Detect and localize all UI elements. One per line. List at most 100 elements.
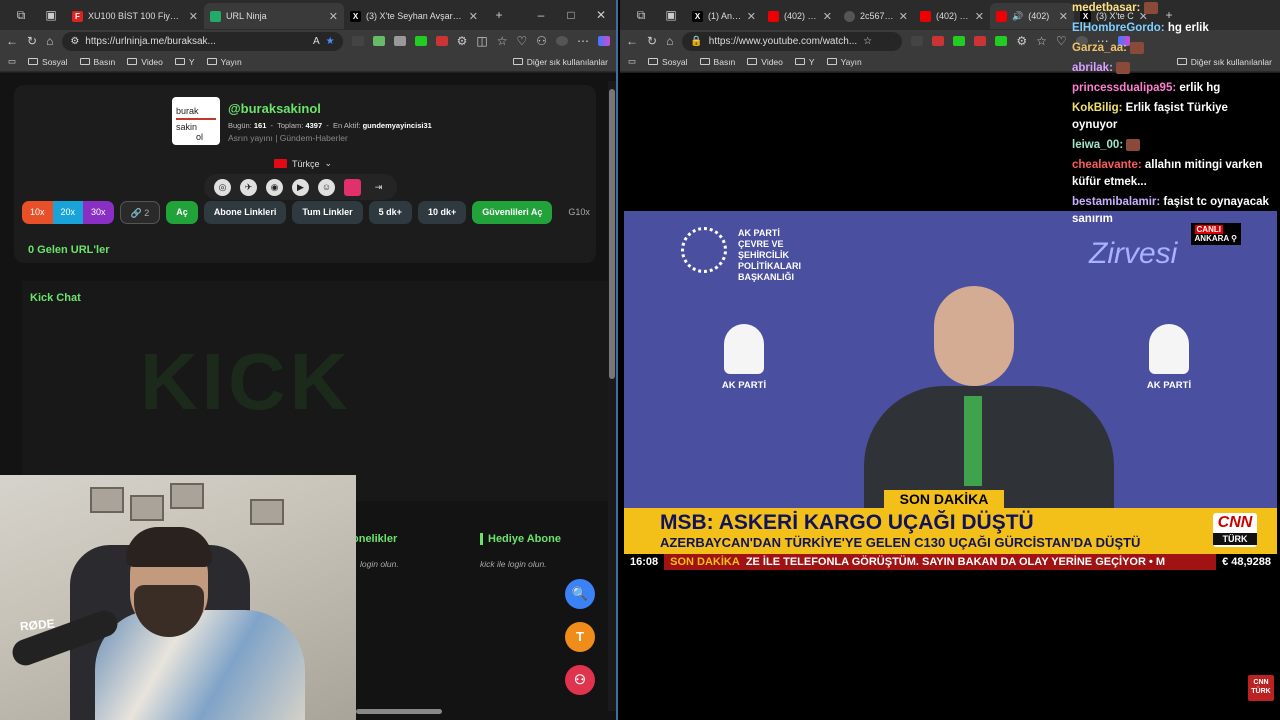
user-fab[interactable]: ⚇ xyxy=(565,665,595,695)
workspaces-icon[interactable]: ⧉ xyxy=(6,8,36,23)
bookmark-folder[interactable]: Yayın xyxy=(206,57,242,67)
bookmarks-menu-icon[interactable]: ▭ xyxy=(628,56,636,67)
refresh-icon[interactable]: ↻ xyxy=(647,34,657,48)
open-button[interactable]: Aç xyxy=(166,201,198,224)
extension-icon[interactable] xyxy=(995,36,1008,46)
minimize-icon[interactable]: – xyxy=(526,8,556,22)
bookmark-folder[interactable]: Y xyxy=(174,57,195,67)
tab-youtube-active[interactable]: 🔊 (402) ✕ xyxy=(990,3,1074,29)
extensions-icon[interactable]: ⚙ xyxy=(457,34,468,48)
extension-icon[interactable] xyxy=(932,36,945,46)
other-favorites[interactable]: Diğer sık kullanılanlar xyxy=(512,57,608,67)
close-tab-icon[interactable]: ✕ xyxy=(823,10,832,23)
bookmarks-menu-icon[interactable]: ▭ xyxy=(8,56,16,67)
horizontal-scrollbar-thumb[interactable] xyxy=(356,709,442,714)
collections-icon[interactable]: ☆ xyxy=(1036,34,1047,48)
extensions-icon[interactable]: ⚙ xyxy=(1016,34,1027,48)
logo-text: sakin xyxy=(176,122,198,132)
profile-handle[interactable]: @buraksakinol xyxy=(228,101,321,116)
all-links-button[interactable]: Tum Linkler xyxy=(292,201,363,224)
back-icon[interactable]: ← xyxy=(626,34,638,48)
vertical-scrollbar[interactable] xyxy=(608,81,616,711)
bookmark-folder[interactable]: Sosyal xyxy=(648,57,688,67)
favorite-star-icon[interactable]: ★ xyxy=(326,36,335,47)
new-tab-icon[interactable]: + xyxy=(484,8,514,22)
collections-icon[interactable]: ☆ xyxy=(497,34,508,48)
browser-essentials-icon[interactable]: ♡ xyxy=(516,34,527,48)
back-icon[interactable]: ← xyxy=(6,34,18,48)
tab-youtube-soz[interactable]: (402) SÖZ ✕ xyxy=(914,3,990,29)
tab-actions-icon[interactable]: ▣ xyxy=(36,8,66,22)
search-fab[interactable]: 🔍 xyxy=(565,579,595,609)
tracking-icon[interactable]: ⚙ xyxy=(70,36,79,47)
home-icon[interactable]: ⌂ xyxy=(666,34,673,48)
refresh-icon[interactable]: ↻ xyxy=(27,34,37,48)
youtube-icon[interactable]: ▶ xyxy=(292,178,309,196)
dribbble-icon[interactable]: ◎ xyxy=(214,178,231,196)
scrollbar-thumb[interactable] xyxy=(609,89,615,379)
ten-min-plus-button[interactable]: 10 dk+ xyxy=(417,201,467,224)
favorite-star-icon[interactable]: ☆ xyxy=(863,36,872,47)
close-window-icon[interactable]: ✕ xyxy=(586,8,616,22)
open-30x-button[interactable]: 30x xyxy=(83,201,114,224)
extension-icon[interactable] xyxy=(953,36,966,46)
five-min-plus-button[interactable]: 5 dk+ xyxy=(368,201,412,224)
bookmark-folder[interactable]: Video xyxy=(747,57,783,67)
bookmark-folder[interactable]: Sosyal xyxy=(28,57,68,67)
tab-youtube-hal[interactable]: (402) HAL ✕ xyxy=(762,3,838,29)
bookmark-folder[interactable]: Yayın xyxy=(826,57,862,67)
close-tab-icon[interactable]: ✕ xyxy=(899,10,908,23)
close-tab-icon[interactable]: ✕ xyxy=(1059,10,1068,23)
address-bar[interactable]: ⚙ https://urlninja.me/buraksak... A ★ xyxy=(62,31,343,51)
speaker-icon[interactable]: 🔊 xyxy=(1012,11,1023,22)
copilot-icon[interactable] xyxy=(598,36,610,46)
read-aloud-icon[interactable]: A xyxy=(313,36,320,47)
bookmark-folder[interactable]: Basın xyxy=(699,57,735,67)
extension-icon[interactable] xyxy=(372,36,385,46)
twitter-icon[interactable]: ✈ xyxy=(240,178,257,196)
link-count-input[interactable]: 🔗 2 xyxy=(119,201,161,224)
open-10x-button[interactable]: 10x xyxy=(22,201,53,224)
tab-hash[interactable]: 2c5673b4 ✕ xyxy=(838,3,914,29)
close-tab-icon[interactable]: ✕ xyxy=(469,10,478,23)
extension-icon[interactable] xyxy=(351,36,364,46)
extension-icon[interactable] xyxy=(911,36,924,46)
workspaces-icon[interactable]: ⧉ xyxy=(626,8,656,23)
tab-xu100[interactable]: F XU100 BİST 100 Fiyatı ve Gr ✕ xyxy=(66,3,204,29)
kick-icon[interactable] xyxy=(344,178,361,196)
close-tab-icon[interactable]: ✕ xyxy=(747,10,756,23)
address-bar[interactable]: 🔒 https://www.youtube.com/watch... ☆ xyxy=(682,31,903,51)
maximize-icon[interactable]: □ xyxy=(556,8,586,22)
logout-icon[interactable]: ⇥ xyxy=(370,179,387,196)
language-select[interactable]: Türkçe ⌄ xyxy=(274,158,332,169)
bookmark-folder[interactable]: Y xyxy=(794,57,815,67)
close-tab-icon[interactable]: ✕ xyxy=(975,10,984,23)
tab-x-seyhan[interactable]: X (3) X'te Seyhan Avşar: "Başı ✕ xyxy=(344,3,484,29)
tab-url-ninja[interactable]: URL Ninja ✕ xyxy=(204,3,344,29)
avatar[interactable] xyxy=(556,36,568,46)
open-20x-button[interactable]: 20x xyxy=(52,201,84,224)
bookmark-folder[interactable]: Basın xyxy=(79,57,115,67)
close-tab-icon[interactable]: ✕ xyxy=(329,10,338,23)
close-tab-icon[interactable]: ✕ xyxy=(189,10,198,23)
bookmark-folder[interactable]: Video xyxy=(127,57,163,67)
browser-essentials-icon[interactable]: ♡ xyxy=(1056,34,1067,48)
extension-icon[interactable] xyxy=(974,36,987,46)
extension-icon[interactable] xyxy=(414,36,427,46)
extension-icon[interactable] xyxy=(393,36,406,46)
speaker-tie xyxy=(964,396,982,486)
watermark-text: CNN xyxy=(1253,679,1269,686)
g10x-button[interactable]: G10x xyxy=(558,201,600,224)
tab-actions-icon[interactable]: ▣ xyxy=(656,8,686,22)
more-icon[interactable]: ⋯ xyxy=(577,34,589,48)
t-fab[interactable]: T xyxy=(565,622,595,652)
home-icon[interactable]: ⌂ xyxy=(46,34,53,48)
extension-icon[interactable] xyxy=(435,36,448,46)
copilot-icon[interactable]: ⚇ xyxy=(536,34,547,48)
open-safe-button[interactable]: Güvenlileri Aç xyxy=(472,201,553,224)
instagram-icon[interactable]: ◉ xyxy=(266,178,283,196)
tab-x-home[interactable]: X (1) Anasay ✕ xyxy=(686,3,762,29)
subscriber-links-button[interactable]: Abone Linkleri xyxy=(203,201,287,224)
discord-icon[interactable]: ☺ xyxy=(318,178,335,196)
split-screen-icon[interactable]: ◫ xyxy=(476,34,487,48)
